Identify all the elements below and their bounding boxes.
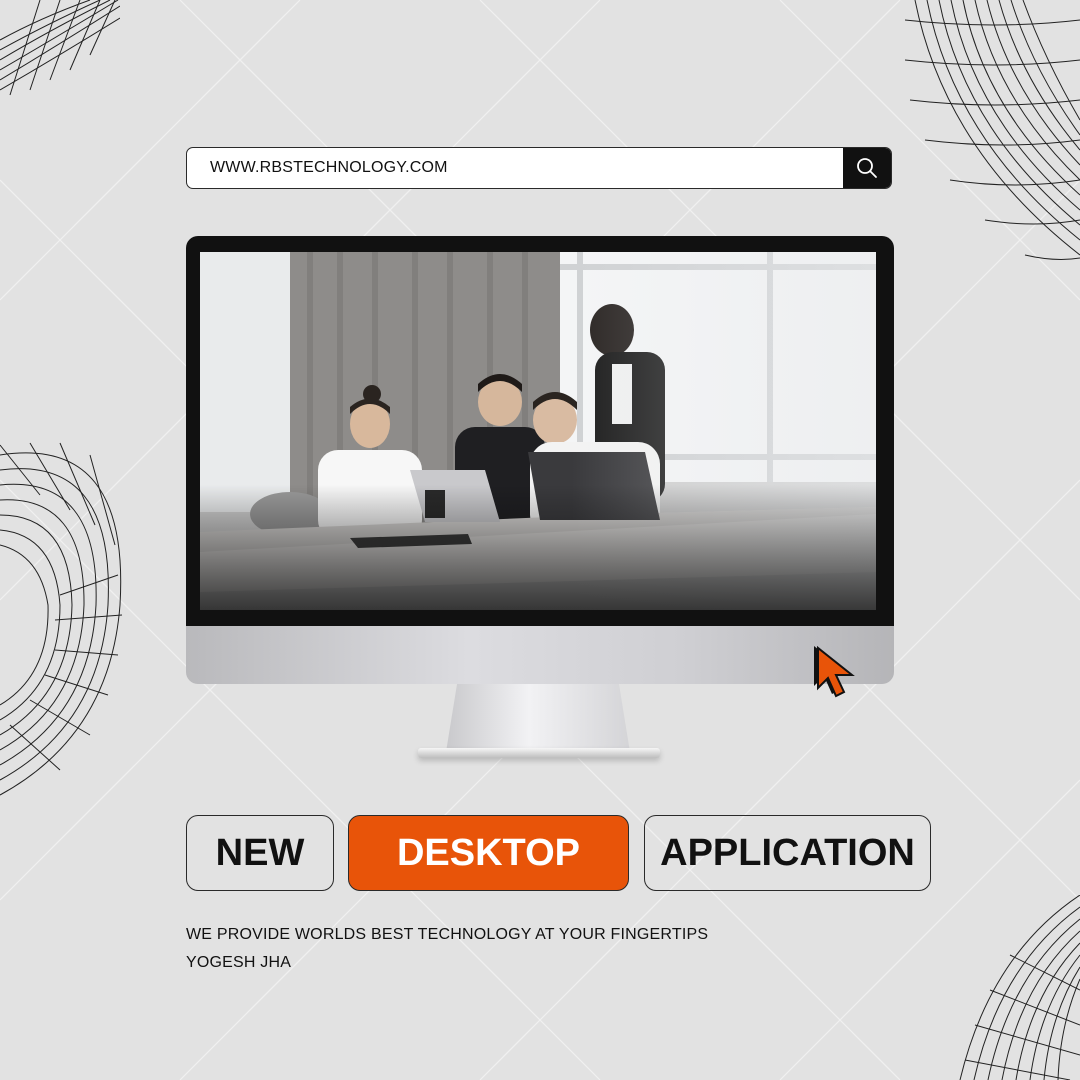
url-text[interactable]: WWW.RBSTECHNOLOGY.COM (210, 148, 448, 188)
headline-application: APPLICATION (644, 815, 931, 891)
wireframe-decoration-left (0, 442, 123, 796)
arrow-cursor-icon (814, 645, 855, 698)
headline-new: NEW (186, 815, 334, 891)
monitor-screen-photo (200, 252, 876, 610)
team-meeting-photo (200, 252, 876, 610)
author-name: YOGESH JHA (186, 954, 292, 971)
headline-desktop-text: DESKTOP (396, 831, 580, 874)
wireframe-decoration-bottom-right (959, 895, 1080, 1080)
url-search-bar[interactable]: WWW.RBSTECHNOLOGY.COM (186, 147, 892, 189)
wireframe-decoration-top-right (905, 0, 1080, 260)
headline-desktop: DESKTOP (348, 815, 629, 891)
monitor-chin (186, 626, 894, 684)
monitor-bezel (186, 236, 894, 628)
headline-new-text: NEW (215, 831, 305, 874)
tagline: WE PROVIDE WORLDS BEST TECHNOLOGY AT YOU… (186, 926, 709, 943)
monitor-stand (446, 684, 630, 752)
search-button[interactable] (843, 148, 891, 188)
monitor-stand-base (418, 748, 660, 758)
search-icon (857, 158, 877, 178)
wireframe-decoration-top-left (0, 0, 120, 96)
headline-application-text: APPLICATION (660, 831, 915, 874)
